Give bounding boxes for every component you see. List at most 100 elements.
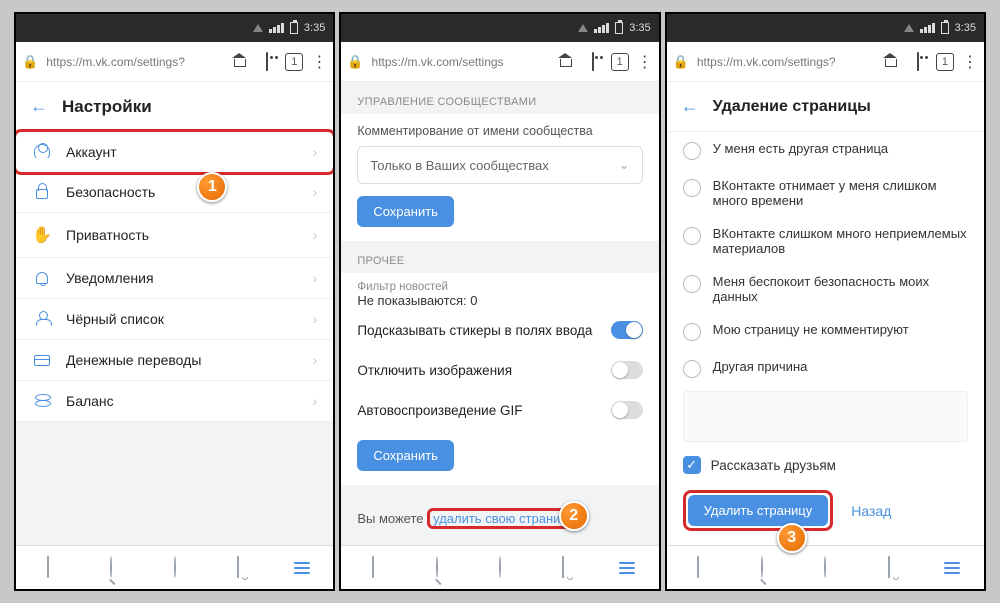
row-label: Аккаунт bbox=[66, 144, 117, 160]
reason-option[interactable]: Другая причина bbox=[667, 350, 984, 387]
reason-option[interactable]: У меня есть другая страница bbox=[667, 132, 984, 169]
radio-icon bbox=[683, 360, 701, 378]
hand-icon: ✋ bbox=[32, 225, 52, 245]
settings-row-notifications[interactable]: Уведомления › bbox=[16, 258, 333, 299]
back-arrow-icon[interactable]: ← bbox=[30, 96, 48, 117]
row-label: Приватность bbox=[66, 227, 149, 243]
nav-menu-icon[interactable] bbox=[291, 562, 313, 574]
save-button[interactable]: Сохранить bbox=[357, 440, 454, 471]
reason-option[interactable]: ВКонтакте слишком много неприемлемых мат… bbox=[667, 217, 984, 265]
settings-row-balance[interactable]: Баланс › bbox=[16, 381, 333, 422]
option-label: Подсказывать стикеры в полях ввода bbox=[357, 323, 592, 338]
back-arrow-icon[interactable]: ← bbox=[681, 96, 699, 117]
clock: 3:35 bbox=[955, 22, 976, 34]
tab-count[interactable]: 1 bbox=[936, 53, 954, 71]
signal-empty-icon bbox=[253, 24, 263, 32]
row-label: Баланс bbox=[66, 393, 114, 409]
tell-friends-label: Рассказать друзьям bbox=[711, 458, 836, 473]
nav-notifications-icon[interactable] bbox=[227, 557, 249, 578]
android-status-bar: 3:35 bbox=[667, 14, 984, 42]
reason-label: У меня есть другая страница bbox=[713, 141, 888, 156]
chevron-right-icon: › bbox=[313, 393, 318, 409]
reason-label: Меня беспокоит безопасность моих данных bbox=[713, 274, 968, 304]
robot-icon[interactable] bbox=[257, 53, 277, 70]
separator bbox=[341, 485, 658, 495]
menu-dots-icon[interactable]: ⋮ bbox=[962, 52, 978, 72]
nav-news-icon[interactable] bbox=[687, 557, 709, 578]
nav-news-icon[interactable] bbox=[37, 557, 59, 578]
nav-messages-icon[interactable] bbox=[814, 557, 836, 578]
radio-icon bbox=[683, 227, 701, 245]
commenting-label: Комментирование от имени сообщества bbox=[357, 124, 642, 138]
news-filter-block[interactable]: Фильтр новостей Не показываются: 0 bbox=[341, 273, 658, 310]
browser-url-bar: 🔒 https://m.vk.com/settings 1 ⋮ bbox=[341, 42, 658, 82]
signal-icon bbox=[920, 23, 935, 33]
menu-dots-icon[interactable]: ⋮ bbox=[637, 52, 653, 72]
coins-icon bbox=[32, 394, 52, 408]
robot-icon[interactable] bbox=[908, 53, 928, 70]
home-icon[interactable] bbox=[229, 53, 249, 71]
spacer bbox=[16, 422, 333, 458]
tab-count[interactable]: 1 bbox=[285, 53, 303, 71]
nav-menu-icon[interactable] bbox=[941, 562, 963, 574]
lock-icon: 🔒 bbox=[22, 54, 38, 70]
toggle-on-icon[interactable] bbox=[611, 321, 643, 339]
reason-textarea[interactable] bbox=[683, 391, 968, 442]
chevron-right-icon: › bbox=[313, 144, 318, 160]
toggle-off-icon[interactable] bbox=[611, 401, 643, 419]
robot-icon[interactable] bbox=[583, 53, 603, 70]
option-label: Автовоспроизведение GIF bbox=[357, 403, 522, 418]
nav-menu-icon[interactable] bbox=[616, 562, 638, 574]
back-link[interactable]: Назад bbox=[851, 503, 891, 519]
reasons-list: У меня есть другая страница ВКонтакте от… bbox=[667, 132, 984, 387]
bottom-nav bbox=[341, 545, 658, 589]
option-stickers[interactable]: Подсказывать стикеры в полях ввода bbox=[341, 310, 658, 350]
settings-row-money[interactable]: Денежные переводы › bbox=[16, 340, 333, 381]
reason-option[interactable]: Меня беспокоит безопасность моих данных bbox=[667, 265, 984, 313]
settings-row-blacklist[interactable]: Чёрный список › bbox=[16, 299, 333, 340]
home-icon[interactable] bbox=[555, 53, 575, 71]
settings-row-privacy[interactable]: ✋ Приватность › bbox=[16, 213, 333, 258]
tell-friends-row[interactable]: ✓ Рассказать друзьям bbox=[667, 446, 984, 484]
settings-row-security[interactable]: Безопасность › bbox=[16, 172, 333, 213]
signal-empty-icon bbox=[578, 24, 588, 32]
menu-dots-icon[interactable]: ⋮ bbox=[311, 52, 327, 72]
delete-page-hint: Вы можете удалить свою страницу. bbox=[341, 495, 658, 542]
reason-label: Мою страницу не комментируют bbox=[713, 322, 909, 337]
chevron-right-icon: › bbox=[313, 311, 318, 327]
nav-messages-icon[interactable] bbox=[489, 557, 511, 578]
reason-option[interactable]: ВКонтакте отнимает у меня слишком много … bbox=[667, 169, 984, 217]
nav-news-icon[interactable] bbox=[362, 557, 384, 578]
hint-pre: Вы можете bbox=[357, 511, 427, 526]
checkbox-checked-icon[interactable]: ✓ bbox=[683, 456, 701, 474]
delete-page-button[interactable]: Удалить страницу bbox=[688, 495, 829, 526]
save-button[interactable]: Сохранить bbox=[357, 196, 454, 227]
reason-label: ВКонтакте слишком много неприемлемых мат… bbox=[713, 226, 968, 256]
chevron-right-icon: › bbox=[313, 352, 318, 368]
phone-screen-1: 3:35 🔒 https://m.vk.com/settings? 1 ⋮ ← … bbox=[14, 12, 335, 591]
filter-value: Не показываются: 0 bbox=[357, 293, 642, 308]
home-icon[interactable] bbox=[880, 53, 900, 71]
nav-messages-icon[interactable] bbox=[164, 557, 186, 578]
nav-notifications-icon[interactable] bbox=[878, 557, 900, 578]
nav-search-icon[interactable] bbox=[426, 557, 448, 578]
bell-icon bbox=[32, 272, 52, 284]
bottom-nav bbox=[667, 545, 984, 589]
settings-row-account[interactable]: Аккаунт › bbox=[16, 129, 333, 175]
nav-notifications-icon[interactable] bbox=[552, 557, 574, 578]
nav-search-icon[interactable] bbox=[100, 557, 122, 578]
toggle-off-icon[interactable] bbox=[611, 361, 643, 379]
row-label: Уведомления bbox=[66, 270, 154, 286]
battery-icon bbox=[615, 22, 623, 34]
signal-empty-icon bbox=[904, 24, 914, 32]
row-label: Безопасность bbox=[66, 184, 155, 200]
option-images[interactable]: Отключить изображения bbox=[341, 350, 658, 390]
url-text: https://m.vk.com/settings bbox=[372, 55, 547, 69]
tab-count[interactable]: 1 bbox=[611, 53, 629, 71]
reason-option[interactable]: Мою страницу не комментируют bbox=[667, 313, 984, 350]
option-gif[interactable]: Автовоспроизведение GIF bbox=[341, 390, 658, 430]
chevron-down-icon: ⌄ bbox=[619, 157, 630, 173]
commenting-select[interactable]: Только в Ваших сообществах ⌄ bbox=[357, 146, 642, 184]
nav-search-icon[interactable] bbox=[751, 557, 773, 578]
callout-badge-3: 3 bbox=[777, 523, 807, 553]
